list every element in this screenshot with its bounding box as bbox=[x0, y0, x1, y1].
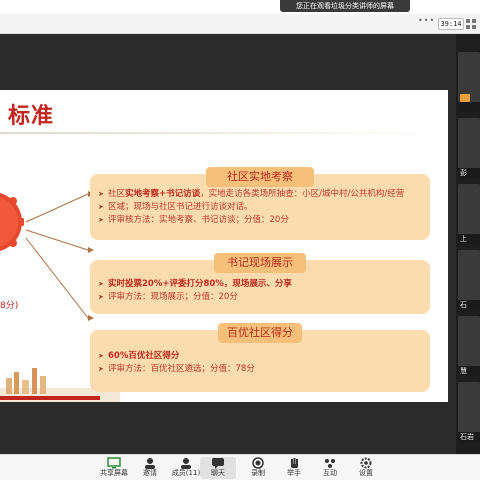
title-divider bbox=[0, 132, 448, 134]
raise-hand-icon bbox=[291, 458, 298, 468]
card-row: 评审核方法：实地考察、书记访谈；分值：20分 bbox=[98, 214, 422, 227]
system-strip: 您正在观看垃圾分类讲师的屏幕 bbox=[0, 0, 480, 14]
participant-tile[interactable]: 彭 bbox=[458, 118, 480, 178]
invite-button[interactable]: 邀请 bbox=[132, 457, 168, 479]
participant-tile[interactable] bbox=[458, 52, 480, 112]
card-top-community-score: 百优社区得分 60%百优社区得分 评审方法：百优社区遴选；分值：78分 bbox=[90, 323, 430, 392]
participant-tile[interactable]: 石 bbox=[458, 250, 480, 310]
card-community-inspection: 社区实地考察 社区实地考察+书记访谈，实地走访各类场所抽查：小区/城中村/公共机… bbox=[90, 167, 430, 240]
card-row: 评审方法：现场展示；分值：20分 bbox=[98, 291, 422, 304]
settings-button[interactable]: 设置 bbox=[348, 457, 384, 479]
card-row: 社区实地考察+书记访谈，实地走访各类场所抽查：小区/城中村/公共机构/经营 bbox=[98, 188, 422, 201]
participant-tile[interactable]: 慧 bbox=[458, 316, 480, 376]
record-icon bbox=[252, 457, 264, 469]
interaction-icon bbox=[325, 459, 335, 468]
screen-share-banner[interactable]: 您正在观看垃圾分类讲师的屏幕 bbox=[280, 0, 410, 12]
card-row-continued: 区域；现场与社区书记进行访谈对话。 bbox=[98, 201, 422, 214]
card-row: 评审方法：百优社区遴选；分值：78分 bbox=[98, 363, 422, 376]
meeting-window: 您正在观看垃圾分类讲师的屏幕 ••• 39:14 标准 8分) 社区实地考察 ➤… bbox=[0, 0, 480, 480]
card-row: 实时投票20%+评委打分80%，现场展示、分享 bbox=[98, 278, 422, 291]
meeting-toolbar: 共享屏幕 邀请 成员(11) 聊天 录制 举手 互动 设置 bbox=[0, 454, 480, 480]
members-button[interactable]: 成员(11) bbox=[168, 457, 204, 479]
record-button[interactable]: 录制 bbox=[240, 457, 276, 479]
chat-icon bbox=[212, 458, 224, 469]
chat-button[interactable]: 聊天 bbox=[200, 457, 236, 479]
card-header-community-inspection: 社区实地考察 bbox=[206, 167, 314, 187]
user-icon bbox=[460, 94, 470, 102]
meeting-timer: 39:14 bbox=[438, 18, 464, 30]
layout-grid-icon[interactable] bbox=[466, 19, 476, 29]
card-row: 60%百优社区得分 bbox=[98, 350, 422, 363]
raise-hand-button[interactable]: 举手 bbox=[276, 457, 312, 479]
card-secretary-showcase: 书记现场展示 实时投票20%+评委打分80%，现场展示、分享 评审方法：现场展示… bbox=[90, 253, 430, 314]
participant-list: 彭 上 石 慧 石岩 bbox=[456, 34, 480, 454]
more-options-icon[interactable]: ••• bbox=[418, 16, 435, 25]
slide-title: 标准 bbox=[8, 104, 55, 129]
meeting-title-bar: ••• 39:14 bbox=[0, 14, 480, 34]
card-body-secretary-showcase: 实时投票20%+评委打分80%，现场展示、分享 评审方法：现场展示；分值：20分 bbox=[98, 278, 422, 304]
card-body-community-inspection: 社区实地考察+书记访谈，实地走访各类场所抽查：小区/城中村/公共机构/经营 区域… bbox=[98, 188, 422, 227]
interaction-button[interactable]: 互动 bbox=[312, 457, 348, 479]
share-screen-icon bbox=[107, 457, 121, 469]
card-header-secretary-showcase: 书记现场展示 bbox=[214, 253, 306, 273]
red-badge-icon bbox=[0, 193, 24, 251]
invite-icon bbox=[145, 458, 155, 469]
presentation-slide: 标准 8分) 社区实地考察 ➤ 社区实地考察+书记访谈，实地走访各类场所抽查：小… bbox=[0, 90, 448, 402]
card-header-top-community-score: 百优社区得分 bbox=[218, 323, 302, 343]
left-partial-text: 8分) bbox=[0, 301, 19, 311]
gear-icon bbox=[360, 457, 372, 469]
share-screen-button[interactable]: 共享屏幕 bbox=[96, 457, 132, 479]
shared-screen-area: 标准 8分) 社区实地考察 ➤ 社区实地考察+书记访谈，实地走访各类场所抽查：小… bbox=[0, 34, 456, 454]
participant-tile[interactable]: 上 bbox=[458, 184, 480, 244]
card-body-top-community-score: 60%百优社区得分 评审方法：百优社区遴选；分值：78分 bbox=[98, 350, 422, 376]
members-icon bbox=[181, 458, 191, 469]
participant-tile[interactable]: 石岩 bbox=[458, 382, 480, 442]
